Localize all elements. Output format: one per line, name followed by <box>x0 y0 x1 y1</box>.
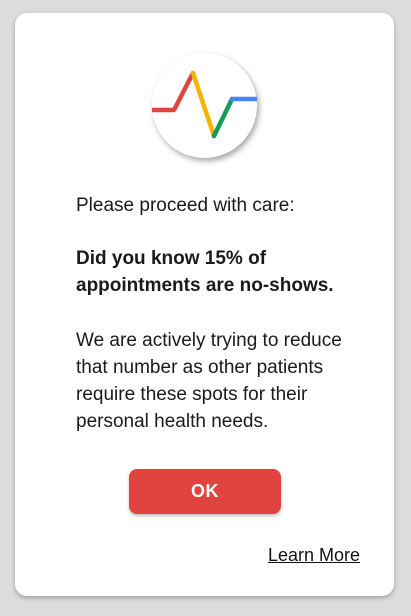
learn-more-link[interactable]: Learn More <box>268 545 360 566</box>
explanation-text: We are actively trying to reduce that nu… <box>76 330 342 432</box>
intro-text: Please proceed with care: <box>76 195 295 216</box>
ok-button[interactable]: OK <box>129 469 281 514</box>
notice-dialog: Please proceed with care: Did you know 1… <box>15 13 394 596</box>
pulse-logo <box>152 53 257 158</box>
heartbeat-pulse-icon <box>152 70 257 139</box>
no-show-statistic: Did you know 15% of appointments are no-… <box>76 248 334 296</box>
app-background: Please proceed with care: Did you know 1… <box>0 0 411 616</box>
